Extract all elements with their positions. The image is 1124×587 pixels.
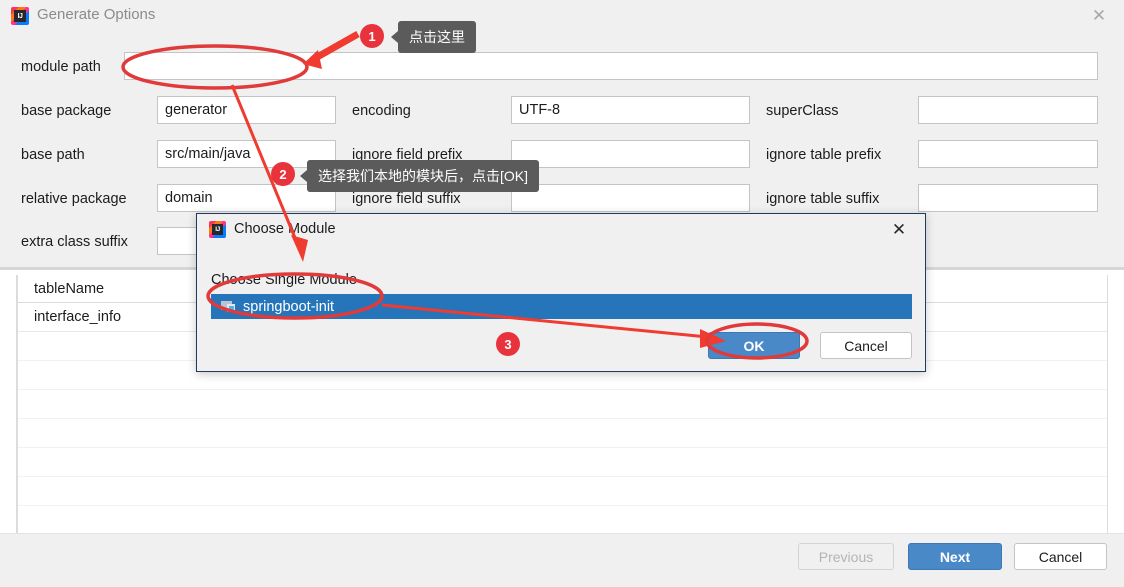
ignore-field-prefix-label: ignore field prefix: [352, 147, 463, 163]
ignore-field-suffix-input[interactable]: [511, 184, 750, 212]
ignore-field-suffix-label: ignore field suffix: [352, 191, 461, 207]
module-list[interactable]: springboot-init: [211, 294, 912, 319]
close-icon[interactable]: ✕: [889, 220, 909, 240]
module-name-label: springboot-init: [243, 298, 335, 315]
intellij-idea-icon-label: IJ: [14, 10, 26, 22]
table-row-empty: [17, 506, 1107, 535]
table-cell-tablename: interface_info: [34, 309, 122, 325]
intellij-idea-icon: IJ: [11, 7, 29, 25]
next-button[interactable]: Next: [908, 543, 1002, 570]
window-titlebar: IJ Generate Options ✕: [0, 0, 1124, 31]
relative-package-input[interactable]: domain: [157, 184, 336, 212]
intellij-idea-icon-label: IJ: [212, 224, 223, 235]
close-icon[interactable]: ✕: [1088, 6, 1110, 26]
ignore-table-suffix-label: ignore table suffix: [766, 191, 880, 207]
ignore-field-prefix-input[interactable]: [511, 140, 750, 168]
relative-package-label: relative package: [21, 191, 127, 207]
ignore-table-prefix-label: ignore table prefix: [766, 147, 882, 163]
choose-module-titlebar: IJ Choose Module ✕: [197, 214, 925, 246]
base-path-input[interactable]: src/main/java: [157, 140, 336, 168]
table-row-empty: [17, 477, 1107, 506]
table-row-empty: [17, 419, 1107, 448]
base-package-label: base package: [21, 103, 112, 119]
dialog-cancel-button[interactable]: Cancel: [820, 332, 912, 359]
choose-module-prompt: Choose Single Module: [211, 272, 357, 288]
list-item[interactable]: springboot-init: [211, 294, 912, 319]
base-package-input[interactable]: generator: [157, 96, 336, 124]
choose-module-title: Choose Module: [234, 221, 336, 237]
generate-options-window: IJ Generate Options ✕ module path base p…: [0, 0, 1124, 587]
encoding-label: encoding: [352, 103, 411, 119]
superclass-input[interactable]: [918, 96, 1098, 124]
encoding-input[interactable]: UTF-8: [511, 96, 750, 124]
cancel-button[interactable]: Cancel: [1014, 543, 1107, 570]
ok-button[interactable]: OK: [708, 332, 800, 359]
module-path-label: module path: [21, 59, 101, 75]
table-column-divider: [17, 275, 18, 535]
module-icon: [221, 300, 236, 313]
base-path-label: base path: [21, 147, 85, 163]
ignore-table-prefix-input[interactable]: [918, 140, 1098, 168]
module-path-input[interactable]: [124, 52, 1098, 80]
previous-button[interactable]: Previous: [798, 543, 894, 570]
extra-class-suffix-label: extra class suffix: [21, 234, 128, 250]
window-title: Generate Options: [37, 6, 156, 23]
intellij-idea-icon: IJ: [209, 221, 226, 238]
table-row-empty: [17, 390, 1107, 419]
table-row-empty: [17, 448, 1107, 477]
choose-module-dialog: IJ Choose Module ✕ Choose Single Module …: [196, 213, 926, 372]
ignore-table-suffix-input[interactable]: [918, 184, 1098, 212]
superclass-label: superClass: [766, 103, 839, 119]
